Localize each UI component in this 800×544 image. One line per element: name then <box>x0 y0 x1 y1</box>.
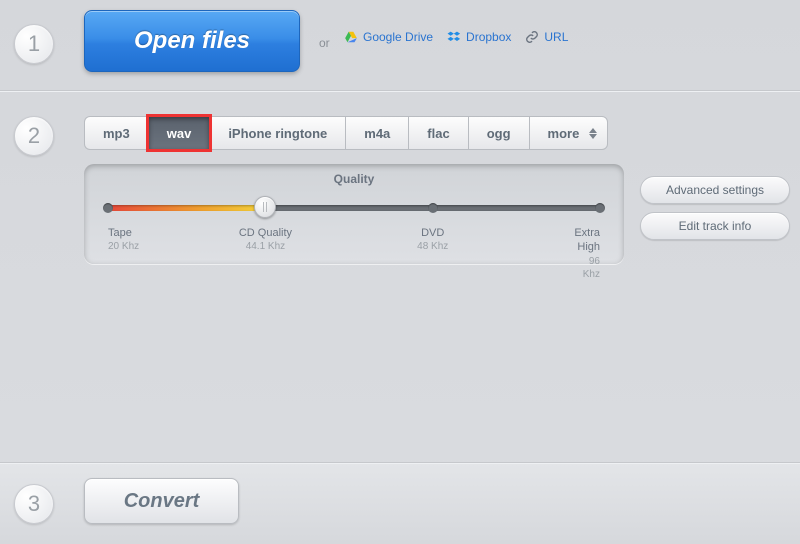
dropbox-link[interactable]: Dropbox <box>447 30 511 44</box>
format-tab-flac[interactable]: flac <box>408 116 467 150</box>
edit-track-info-button[interactable]: Edit track info <box>640 212 790 240</box>
slider-fill <box>108 205 265 211</box>
google-drive-link[interactable]: Google Drive <box>344 30 433 44</box>
step-2-settings: 2 mp3waviPhone ringtonem4aflacoggmore Qu… <box>0 92 800 462</box>
format-tab-wav[interactable]: wav <box>148 116 210 150</box>
dropbox-icon <box>447 30 461 44</box>
quality-label: CD Quality44.1 Khz <box>239 226 292 253</box>
open-files-button[interactable]: Open files <box>84 10 300 72</box>
format-tab-iphone-ringtone[interactable]: iPhone ringtone <box>209 116 345 150</box>
step-badge-3: 3 <box>14 484 54 524</box>
step-badge-1: 1 <box>14 24 54 64</box>
slider-tick <box>103 203 113 213</box>
link-icon <box>525 30 539 44</box>
google-drive-icon <box>344 30 358 44</box>
slider-tick <box>428 203 438 213</box>
quality-label: Tape20 Khz <box>108 226 139 253</box>
or-text: or <box>319 36 330 50</box>
url-link[interactable]: URL <box>525 30 568 44</box>
more-updown-icon <box>587 125 599 141</box>
format-tab-ogg[interactable]: ogg <box>468 116 529 150</box>
quality-labels: Tape20 KhzCD Quality44.1 KhzDVD48 KhzExt… <box>108 226 600 254</box>
quality-label: Extra High96 Khz <box>574 226 600 281</box>
cloud-source-links: Google Drive Dropbox URL <box>344 30 568 44</box>
format-tabs: mp3waviPhone ringtonem4aflacoggmore <box>84 116 608 150</box>
convert-button[interactable]: Convert <box>84 478 239 524</box>
url-label: URL <box>544 30 568 44</box>
slider-thumb[interactable] <box>254 196 276 218</box>
format-tab-mp3[interactable]: mp3 <box>84 116 148 150</box>
advanced-settings-button[interactable]: Advanced settings <box>640 176 790 204</box>
step-1-open-files: 1 Open files or Google Drive Dropbox URL <box>0 0 800 90</box>
google-drive-label: Google Drive <box>363 30 433 44</box>
step-3-convert: 3 Convert <box>0 464 800 544</box>
dropbox-label: Dropbox <box>466 30 511 44</box>
format-tab-m4a[interactable]: m4a <box>345 116 408 150</box>
quality-label: DVD48 Khz <box>417 226 448 253</box>
slider-tick <box>595 203 605 213</box>
quality-title: Quality <box>84 172 624 186</box>
step-badge-2: 2 <box>14 116 54 156</box>
format-tab-more[interactable]: more <box>529 116 609 150</box>
quality-slider[interactable] <box>108 200 600 216</box>
quality-panel: Quality Tape20 Khz CD Quality44.1 Khz DVD4… <box>84 164 624 264</box>
